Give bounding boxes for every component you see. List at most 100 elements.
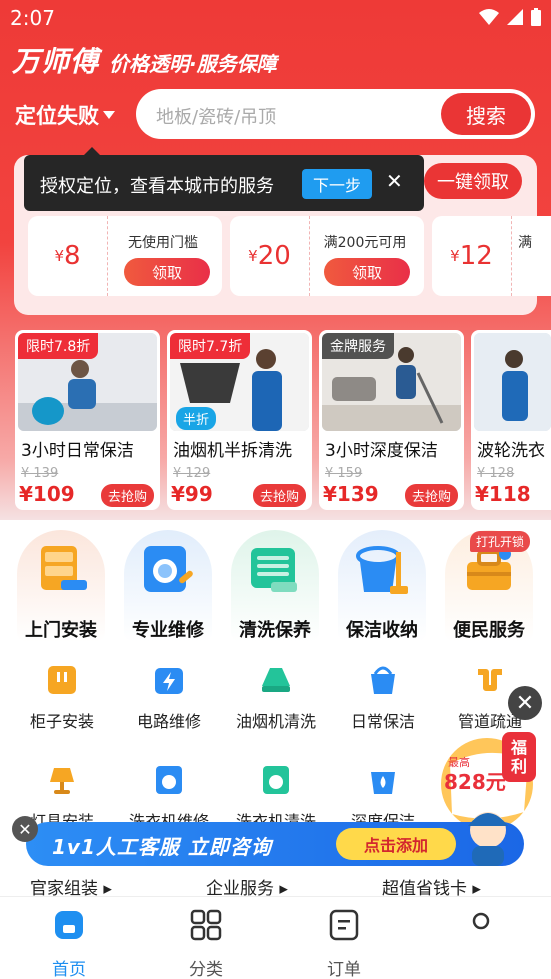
deal-old-price: ¥ 128 <box>477 466 515 481</box>
deal-card[interactable]: 限时7.7折 半折 油烟机半拆清洗 ¥ 129 ¥99 去抢购 <box>167 330 312 510</box>
deal-card[interactable]: 金牌服务 3小时深度保洁 ¥ 159 ¥139 去抢购 <box>319 330 464 510</box>
deal-old-price: ¥ 129 <box>173 466 211 481</box>
category-label: 便民服务 <box>453 620 525 641</box>
deal-tag: 限时7.8折 <box>18 333 99 359</box>
status-icons <box>479 8 541 26</box>
battery-icon <box>153 664 185 696</box>
quick-links: 官家组装 ▸ 企业服务 ▸ 超值省钱卡 ▸ <box>0 872 551 899</box>
deal-badge: 半折 <box>176 407 217 430</box>
coupon-card: ¥20 满200元可用 领取 <box>230 216 424 296</box>
sub-service-label: 柜子安装 <box>29 712 94 731</box>
coupon-amount: ¥12 <box>432 216 512 296</box>
deal-title: 3小时日常保洁 <box>21 441 134 461</box>
grid-icon <box>190 909 222 941</box>
deal-buy-button[interactable]: 去抢购 <box>100 484 154 507</box>
banner-add-button[interactable]: 点击添加 <box>336 828 456 860</box>
deal-buy-button[interactable]: 去抢购 <box>404 484 458 507</box>
coupon-card: ¥8 无使用门槛 领取 <box>28 216 222 296</box>
cabinet-drill-icon <box>31 540 91 600</box>
tooltip-next-button[interactable]: 下一步 <box>302 169 372 199</box>
lamp-icon <box>46 764 78 796</box>
deal-price: ¥139 <box>323 482 379 506</box>
deal-image: 金牌服务 <box>322 333 461 431</box>
deal-price: ¥118 <box>475 482 531 506</box>
range-hood-icon <box>260 664 292 696</box>
deal-old-price: ¥ 159 <box>325 466 363 481</box>
deal-card[interactable]: 限时7.8折 3小时日常保洁 ¥ 139 ¥109 去抢购 <box>15 330 160 510</box>
search-bar[interactable]: 地板/瓷砖/吊顶 搜索 <box>136 89 535 139</box>
battery-status-icon <box>531 8 541 26</box>
deal-title: 波轮洗衣 <box>477 441 545 461</box>
coupon-amount: ¥20 <box>230 216 310 296</box>
category-cleaning[interactable]: 清洗保养 <box>231 530 319 642</box>
washer-icon <box>260 764 292 796</box>
category-install[interactable]: 上门安装 <box>17 530 105 642</box>
category-label: 保洁收纳 <box>346 620 418 641</box>
brand: 万师傅 价格透明·服务保障 <box>12 40 277 80</box>
tab-home[interactable]: 首页 <box>29 907 109 979</box>
sub-service-cleaning[interactable]: 日常保洁 <box>338 664 428 754</box>
tab-label: 分类 <box>189 960 223 979</box>
coupon-amount: ¥8 <box>28 216 108 296</box>
coupon-condition: 无使用门槛 <box>128 235 198 251</box>
category-label: 专业维修 <box>132 620 204 641</box>
tab-profile[interactable] <box>441 907 521 977</box>
wifi-icon <box>479 9 499 25</box>
tab-label: 订单 <box>327 960 361 979</box>
coupon-condition: 满200元可用 <box>323 235 407 251</box>
ac-clean-icon <box>245 540 305 600</box>
tooltip-arrow <box>84 147 100 155</box>
customer-service-banner[interactable]: 1v1人工客服 立即咨询 点击添加 <box>26 812 524 866</box>
coupon-condition: 满 <box>518 235 532 251</box>
sub-service-cabinet[interactable]: 柜子安装 <box>17 664 107 754</box>
deal-price: ¥109 <box>19 482 75 506</box>
brand-name: 万师傅 <box>12 45 100 78</box>
sub-service-label: 日常保洁 <box>350 712 415 731</box>
brand-slogan: 价格透明·服务保障 <box>109 52 277 76</box>
sub-service-label: 电路维修 <box>136 712 201 731</box>
status-bar: 2:07 <box>0 0 551 34</box>
tooltip-close-icon[interactable]: ✕ <box>386 169 403 193</box>
coupon-claim-button[interactable]: 领取 <box>324 258 410 286</box>
tab-orders[interactable]: 订单 <box>304 907 384 979</box>
deal-tag: 金牌服务 <box>322 333 394 359</box>
bucket-icon <box>367 664 399 696</box>
category-badge: 打孔开锁 <box>470 531 531 552</box>
sub-service-hood[interactable]: 油烟机清洗 <box>231 664 321 754</box>
washer-icon <box>153 764 185 796</box>
coupon-claim-button[interactable]: 领取 <box>124 258 210 286</box>
status-time: 2:07 <box>10 6 55 30</box>
promo-tag: 福利 <box>510 738 527 776</box>
bucket-mop-icon <box>352 540 412 600</box>
sub-service-circuit[interactable]: 电路维修 <box>124 664 214 754</box>
category-label: 上门安装 <box>25 620 97 641</box>
tab-category[interactable]: 分类 <box>166 907 246 979</box>
water-drop-icon <box>367 764 399 796</box>
search-button[interactable]: 搜索 <box>441 93 531 135</box>
banner-close-icon[interactable]: ✕ <box>12 816 38 842</box>
signal-icon <box>507 9 523 25</box>
category-repair[interactable]: 专业维修 <box>124 530 212 642</box>
deal-image: 限时7.8折 <box>18 333 157 431</box>
search-input[interactable]: 地板/瓷砖/吊顶 <box>156 103 276 129</box>
tab-label: 首页 <box>52 960 86 979</box>
sub-service-label: 油烟机清洗 <box>235 712 316 731</box>
coupon-card: ¥12 满 <box>432 216 551 296</box>
tooltip-text: 授权定位，查看本城市的服务 <box>40 176 274 197</box>
deal-old-price: ¥ 139 <box>21 466 59 481</box>
claim-all-button[interactable]: 一键领取 <box>424 163 522 199</box>
deal-image <box>474 333 551 431</box>
deal-buy-button[interactable]: 去抢购 <box>252 484 306 507</box>
deal-title: 油烟机半拆清洗 <box>173 441 292 461</box>
location-selector[interactable]: 定位失败 <box>15 100 115 130</box>
caret-down-icon <box>103 111 115 119</box>
tab-bar: 首页 分类 订单 <box>0 896 551 979</box>
order-icon <box>329 909 359 941</box>
deal-card[interactable]: 波轮洗衣 ¥ 128 ¥118 <box>471 330 551 510</box>
location-tooltip: 授权定位，查看本城市的服务 下一步 ✕ <box>24 155 424 211</box>
deal-price: ¥99 <box>171 482 213 506</box>
promo-close-icon[interactable]: ✕ <box>508 686 542 720</box>
location-label: 定位失败 <box>15 104 99 128</box>
category-housekeeping[interactable]: 保洁收纳 <box>338 530 426 642</box>
banner-text: 1v1人工客服 立即咨询 <box>52 835 272 859</box>
